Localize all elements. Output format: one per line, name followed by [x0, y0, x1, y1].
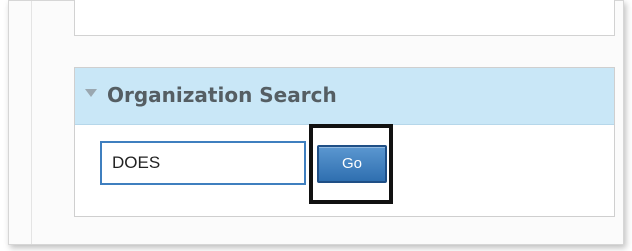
- organization-search-input[interactable]: [100, 141, 306, 185]
- screenshot-frame: Organization Search Go: [0, 0, 632, 251]
- go-button[interactable]: Go: [317, 145, 387, 183]
- organization-search-panel: Organization Search Go: [74, 67, 615, 217]
- organization-search-title: Organization Search: [107, 83, 337, 107]
- panel-divider: [31, 1, 32, 244]
- organization-search-header[interactable]: Organization Search: [75, 68, 614, 125]
- page-panel: Organization Search Go: [8, 0, 624, 245]
- previous-section-box: [74, 0, 615, 36]
- triangle-down-icon[interactable]: [85, 89, 97, 97]
